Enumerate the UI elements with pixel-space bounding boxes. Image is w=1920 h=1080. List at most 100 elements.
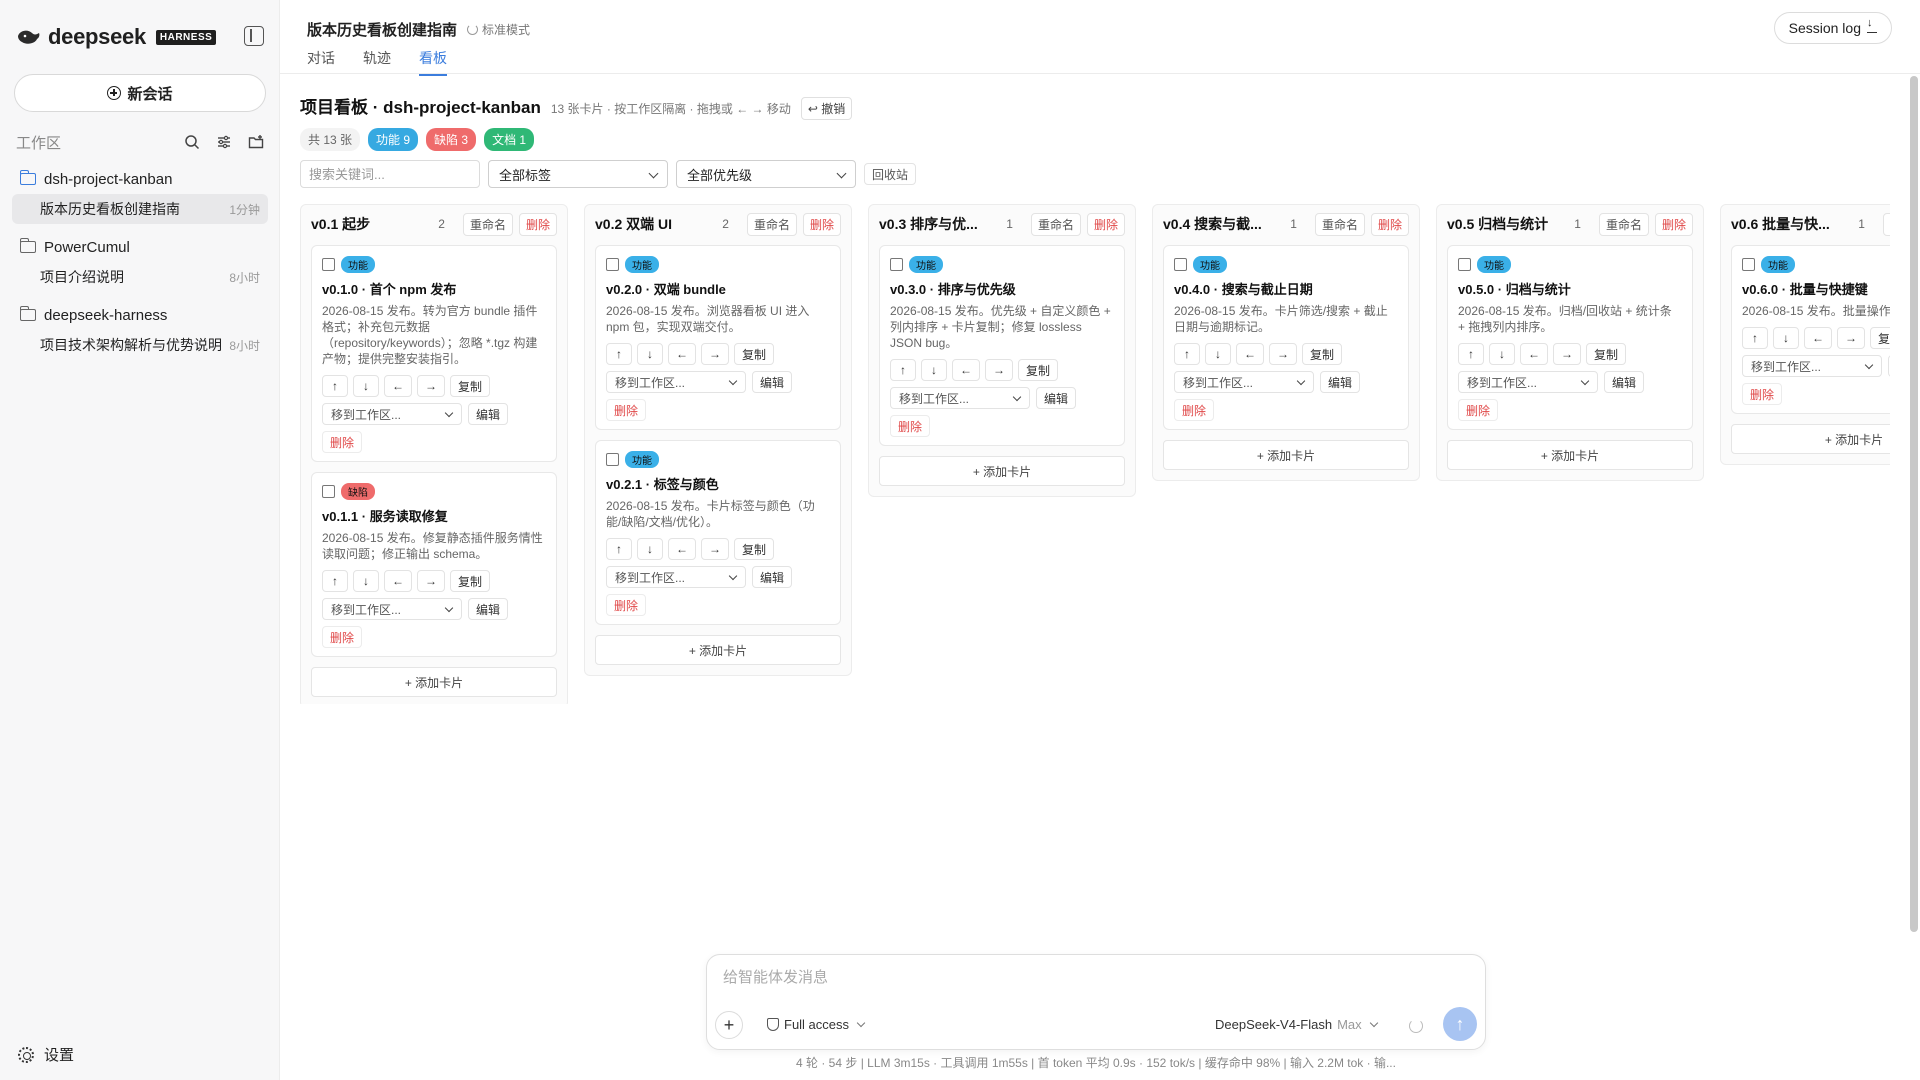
move-down-icon[interactable]: ↓ <box>353 570 379 592</box>
rename-column-button[interactable]: 重命名 <box>1598 212 1649 236</box>
bug-count-pill[interactable]: 缺陷 3 <box>426 128 477 151</box>
move-left-icon[interactable]: ← <box>1804 327 1832 349</box>
edit-card-button[interactable]: 编辑 <box>752 371 793 393</box>
move-to-workspace-select[interactable]: 移到工作区... <box>322 403 462 425</box>
new-folder-icon[interactable] <box>246 132 266 152</box>
new-chat-button[interactable]: 新会话 <box>14 74 266 112</box>
delete-card-button[interactable]: 删除 <box>322 431 363 453</box>
move-down-icon[interactable]: ↓ <box>637 343 663 365</box>
kanban-card[interactable]: 功能 v0.6.0 · 批量与快捷键 2026-08-15 发布。批量操作 + 键。… <box>1731 245 1890 414</box>
column-name[interactable]: v0.1 起步 <box>311 214 430 234</box>
search-input[interactable] <box>300 160 480 188</box>
edit-card-button[interactable]: 编辑 <box>1320 371 1361 393</box>
columns-viewport[interactable]: v0.1 起步 2 重命名 删除 功能 v0.1.0 · 首个 npm 发布 2026-08… <box>300 204 1890 704</box>
move-right-icon[interactable]: → <box>985 359 1013 381</box>
move-up-icon[interactable]: ↑ <box>322 375 348 397</box>
kanban-card[interactable]: 功能 v0.2.0 · 双端 bundle 2026-08-15 发布。浏览器看板 … <box>595 245 841 430</box>
edit-card-button[interactable]: 编辑 <box>1888 355 1890 377</box>
copy-card-button[interactable]: 复制 <box>734 538 775 560</box>
move-left-icon[interactable]: ← <box>1520 343 1548 365</box>
move-left-icon[interactable]: ← <box>668 538 696 560</box>
folder-dsh-project-kanban[interactable]: dsh-project-kanban <box>12 164 268 194</box>
card-checkbox[interactable] <box>322 258 335 271</box>
tab-trace[interactable]: 轨迹 <box>363 48 391 76</box>
message-input[interactable] <box>723 969 1423 986</box>
rename-column-button[interactable]: 重命名 <box>462 212 513 236</box>
move-up-icon[interactable]: ↑ <box>1458 343 1484 365</box>
session-item[interactable]: 项目技术架构解析与优势说明 8小时 <box>12 330 268 360</box>
delete-card-button[interactable]: 删除 <box>890 415 931 437</box>
mode-indicator[interactable]: 标准模式 <box>467 21 530 38</box>
move-left-icon[interactable]: ← <box>952 359 980 381</box>
priority-filter-select[interactable]: 全部优先级 <box>676 160 856 188</box>
move-right-icon[interactable]: → <box>701 538 729 560</box>
session-item[interactable]: 项目介绍说明 8小时 <box>12 262 268 292</box>
column-name[interactable]: v0.4 搜索与截... <box>1163 214 1282 234</box>
copy-card-button[interactable]: 复制 <box>1018 359 1059 381</box>
filter-sliders-icon[interactable] <box>214 132 234 152</box>
attach-plus-icon[interactable]: + <box>715 1011 743 1039</box>
move-right-icon[interactable]: → <box>1553 343 1581 365</box>
tab-chat[interactable]: 对话 <box>307 48 335 76</box>
delete-card-button[interactable]: 删除 <box>606 399 647 421</box>
folder-deepseek-harness[interactable]: deepseek-harness <box>12 300 268 330</box>
delete-column-button[interactable]: 删除 <box>1086 212 1125 236</box>
scrollbar[interactable] <box>1910 76 1918 932</box>
undo-button[interactable]: ↩ 撤销 <box>800 97 853 120</box>
copy-card-button[interactable]: 复制 <box>450 375 491 397</box>
add-card-button[interactable]: + 添加卡片 <box>879 456 1125 486</box>
delete-card-button[interactable]: 删除 <box>606 594 647 616</box>
move-right-icon[interactable]: → <box>417 375 445 397</box>
brand[interactable]: deepseek HARNESS <box>16 24 217 50</box>
add-card-button[interactable]: + 添加卡片 <box>311 667 557 697</box>
tab-board[interactable]: 看板 <box>419 48 447 76</box>
kanban-card[interactable]: 功能 v0.4.0 · 搜索与截止日期 2026-08-15 发布。卡片筛选/搜索 … <box>1163 245 1409 430</box>
card-checkbox[interactable] <box>890 258 903 271</box>
move-left-icon[interactable]: ← <box>384 570 412 592</box>
sidebar-toggle-icon[interactable] <box>244 26 264 46</box>
move-left-icon[interactable]: ← <box>384 375 412 397</box>
send-arrow-icon[interactable]: ↑ <box>1443 1007 1477 1041</box>
access-dropdown[interactable]: Full access <box>767 1017 866 1032</box>
delete-card-button[interactable]: 删除 <box>1458 399 1499 421</box>
rename-column-button[interactable]: 重命名 <box>1030 212 1081 236</box>
copy-card-button[interactable]: 复制 <box>1302 343 1343 365</box>
move-down-icon[interactable]: ↓ <box>1773 327 1799 349</box>
move-right-icon[interactable]: → <box>417 570 445 592</box>
folder-powercumul[interactable]: PowerCumul <box>12 232 268 262</box>
delete-card-button[interactable]: 删除 <box>1742 383 1783 405</box>
move-to-workspace-select[interactable]: 移到工作区... <box>1458 371 1598 393</box>
copy-card-button[interactable]: 复制 <box>450 570 491 592</box>
search-icon[interactable] <box>182 132 202 152</box>
kanban-card[interactable]: 功能 v0.3.0 · 排序与优先级 2026-08-15 发布。优先级 + 自定义… <box>879 245 1125 446</box>
doc-count-pill[interactable]: 文档 1 <box>484 128 535 151</box>
move-right-icon[interactable]: → <box>701 343 729 365</box>
delete-card-button[interactable]: 删除 <box>1174 399 1215 421</box>
move-left-icon[interactable]: ← <box>1236 343 1264 365</box>
card-checkbox[interactable] <box>1174 258 1187 271</box>
copy-card-button[interactable]: 复制 <box>1870 327 1890 349</box>
settings-button[interactable]: 设置 <box>18 1044 74 1065</box>
move-to-workspace-select[interactable]: 移到工作区... <box>606 566 746 588</box>
move-to-workspace-select[interactable]: 移到工作区... <box>1742 355 1882 377</box>
copy-card-button[interactable]: 复制 <box>1586 343 1627 365</box>
card-checkbox[interactable] <box>606 453 619 466</box>
card-checkbox[interactable] <box>322 485 335 498</box>
move-up-icon[interactable]: ↑ <box>1174 343 1200 365</box>
move-up-icon[interactable]: ↑ <box>322 570 348 592</box>
move-up-icon[interactable]: ↑ <box>890 359 916 381</box>
card-checkbox[interactable] <box>606 258 619 271</box>
column-name[interactable]: v0.3 排序与优... <box>879 214 998 234</box>
edit-card-button[interactable]: 编辑 <box>1036 387 1077 409</box>
kanban-card[interactable]: 缺陷 v0.1.1 · 服务读取修复 2026-08-15 发布。修复静态插件服务情… <box>311 472 557 657</box>
feature-count-pill[interactable]: 功能 9 <box>368 128 419 151</box>
move-up-icon[interactable]: ↑ <box>1742 327 1768 349</box>
move-to-workspace-select[interactable]: 移到工作区... <box>606 371 746 393</box>
edit-card-button[interactable]: 编辑 <box>1604 371 1645 393</box>
session-log-button[interactable]: Session log <box>1773 12 1892 44</box>
add-card-button[interactable]: + 添加卡片 <box>1447 440 1693 470</box>
move-down-icon[interactable]: ↓ <box>353 375 379 397</box>
copy-card-button[interactable]: 复制 <box>734 343 775 365</box>
kanban-card[interactable]: 功能 v0.1.0 · 首个 npm 发布 2026-08-15 发布。转为官方 b… <box>311 245 557 462</box>
move-down-icon[interactable]: ↓ <box>637 538 663 560</box>
